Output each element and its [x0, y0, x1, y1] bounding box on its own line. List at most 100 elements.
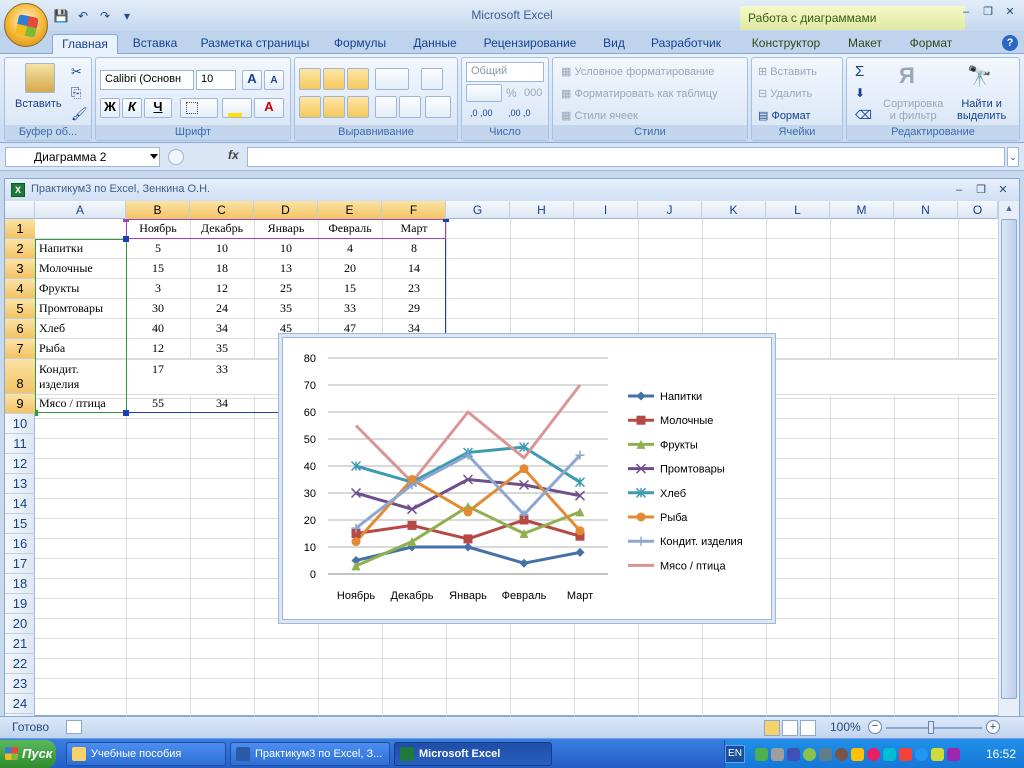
row-header[interactable]: 10 [5, 414, 35, 434]
tab-chart-design[interactable]: Конструктор [746, 34, 826, 54]
row-header[interactable]: 12 [5, 454, 35, 474]
column-header[interactable]: H [510, 201, 574, 219]
zoom-slider[interactable] [886, 727, 982, 729]
vertical-scrollbar[interactable]: ▲ [998, 201, 1019, 716]
paste-icon[interactable] [25, 63, 55, 93]
office-button[interactable] [4, 3, 48, 47]
series-line[interactable] [354, 384, 582, 484]
clear-icon[interactable]: ⌫ [855, 108, 872, 122]
tab-chart-layout[interactable]: Макет [840, 34, 890, 54]
minimize-button[interactable]: – [956, 4, 976, 20]
redo-icon[interactable]: ↷ [96, 7, 114, 25]
currency-icon[interactable] [466, 84, 502, 102]
number-format-select[interactable]: Общий [466, 62, 544, 82]
app-tray-icon[interactable] [947, 748, 960, 761]
align-right-icon[interactable] [347, 96, 369, 118]
copy-icon[interactable]: ⎘ [71, 85, 81, 101]
column-header[interactable]: F [382, 201, 446, 219]
data-point-marker[interactable] [575, 547, 585, 557]
align-left-icon[interactable] [299, 96, 321, 118]
scrollbar-thumb[interactable] [1001, 219, 1017, 699]
column-header[interactable]: M [830, 201, 894, 219]
row-header[interactable]: 8 [5, 359, 35, 394]
tab-review[interactable]: Рецензирование [478, 34, 582, 54]
column-header[interactable]: B [126, 201, 190, 219]
tab-view[interactable]: Вид [596, 34, 632, 54]
column-header[interactable]: D [254, 201, 318, 219]
grow-font-button[interactable]: A [242, 70, 262, 90]
normal-view-icon[interactable] [764, 720, 780, 736]
taskbar-item-excel[interactable]: Microsoft Excel [394, 742, 552, 766]
data-point-marker[interactable] [351, 537, 361, 547]
wrap-text-icon[interactable] [421, 68, 443, 90]
percent-button[interactable]: % [506, 86, 517, 100]
conditional-formatting-button[interactable]: ▦ Условное форматирование [561, 65, 714, 78]
legend-entry[interactable]: Мясо / птица [660, 560, 726, 572]
scroll-up-icon[interactable]: ▲ [1001, 203, 1017, 217]
range-handle[interactable] [123, 410, 129, 416]
increase-indent-icon[interactable] [399, 96, 421, 118]
font-color-button[interactable]: A [254, 98, 284, 118]
tab-formulas[interactable]: Формулы [326, 34, 394, 54]
tab-data[interactable]: Данные [404, 34, 466, 54]
zoom-out-icon[interactable]: − [868, 720, 882, 734]
row-header[interactable]: 9 [5, 394, 35, 414]
row-header[interactable]: 23 [5, 674, 35, 694]
tab-insert[interactable]: Вставка [124, 34, 186, 54]
row-header[interactable]: 13 [5, 474, 35, 494]
insert-cells-button[interactable]: ⊞ Вставить [758, 65, 817, 78]
row-header[interactable]: 21 [5, 634, 35, 654]
row-header[interactable]: 16 [5, 534, 35, 554]
column-header[interactable]: L [766, 201, 830, 219]
bold-button[interactable]: Ж [100, 98, 120, 118]
taskbar-item-folder[interactable]: Учебные пособия [66, 742, 226, 766]
range-handle[interactable] [443, 219, 449, 222]
zoom-level[interactable]: 100% [830, 720, 861, 734]
format-as-table-button[interactable]: ▦ Форматировать как таблицу [561, 87, 718, 100]
start-button[interactable]: Пуск [0, 740, 56, 768]
column-header[interactable]: G [446, 201, 510, 219]
row-header[interactable]: 2 [5, 239, 35, 259]
row-header[interactable]: 6 [5, 319, 35, 339]
update-icon[interactable] [803, 748, 816, 761]
decrease-indent-icon[interactable] [375, 96, 397, 118]
line-chart[interactable]: 0 10 20 30 40 50 60 70 80 Ноябрь Декабрь Январь Фев… [282, 337, 772, 620]
antivirus-icon[interactable] [899, 748, 912, 761]
column-header[interactable]: A [35, 201, 126, 219]
cut-icon[interactable]: ✂ [71, 64, 82, 80]
italic-button[interactable]: К [122, 98, 142, 118]
range-handle[interactable] [35, 410, 38, 416]
row-header[interactable]: 18 [5, 574, 35, 594]
data-point-marker[interactable] [463, 507, 473, 517]
fill-color-button[interactable] [222, 98, 252, 118]
row-header[interactable]: 20 [5, 614, 35, 634]
align-center-icon[interactable] [323, 96, 345, 118]
macro-record-icon[interactable] [66, 720, 82, 734]
data-point-marker[interactable] [519, 558, 529, 568]
find-select-button[interactable]: Найти и выделить [957, 98, 1006, 122]
media-icon[interactable] [835, 748, 848, 761]
delete-cells-button[interactable]: ⊟ Удалить [758, 87, 812, 100]
format-painter-icon[interactable]: 🖌 [71, 106, 88, 122]
data-point-marker[interactable] [575, 526, 585, 536]
legend-entry[interactable]: Молочные [660, 415, 713, 427]
column-header[interactable]: O [958, 201, 998, 219]
column-header[interactable]: C [190, 201, 254, 219]
column-header[interactable]: E [318, 201, 382, 219]
legend-entry[interactable]: Хлеб [660, 488, 686, 500]
increase-decimal-button[interactable]: ,0 ,00 [470, 108, 493, 118]
format-cells-button[interactable]: ▤ Формат [758, 109, 811, 122]
legend-entry[interactable]: Кондит. изделия [660, 536, 743, 548]
save-icon[interactable]: 💾 [52, 7, 70, 25]
connection-icon[interactable] [819, 748, 832, 761]
row-header[interactable]: 4 [5, 279, 35, 299]
row-header[interactable]: 5 [5, 299, 35, 319]
fill-icon[interactable]: ⬇ [855, 86, 865, 100]
column-header[interactable]: K [702, 201, 766, 219]
page-break-view-icon[interactable] [800, 720, 816, 736]
align-middle-icon[interactable] [323, 68, 345, 90]
workbook-close-button[interactable]: ✕ [993, 182, 1013, 198]
bluetooth-icon[interactable] [915, 748, 928, 761]
range-handle[interactable] [123, 219, 129, 222]
driver-icon[interactable] [931, 748, 944, 761]
